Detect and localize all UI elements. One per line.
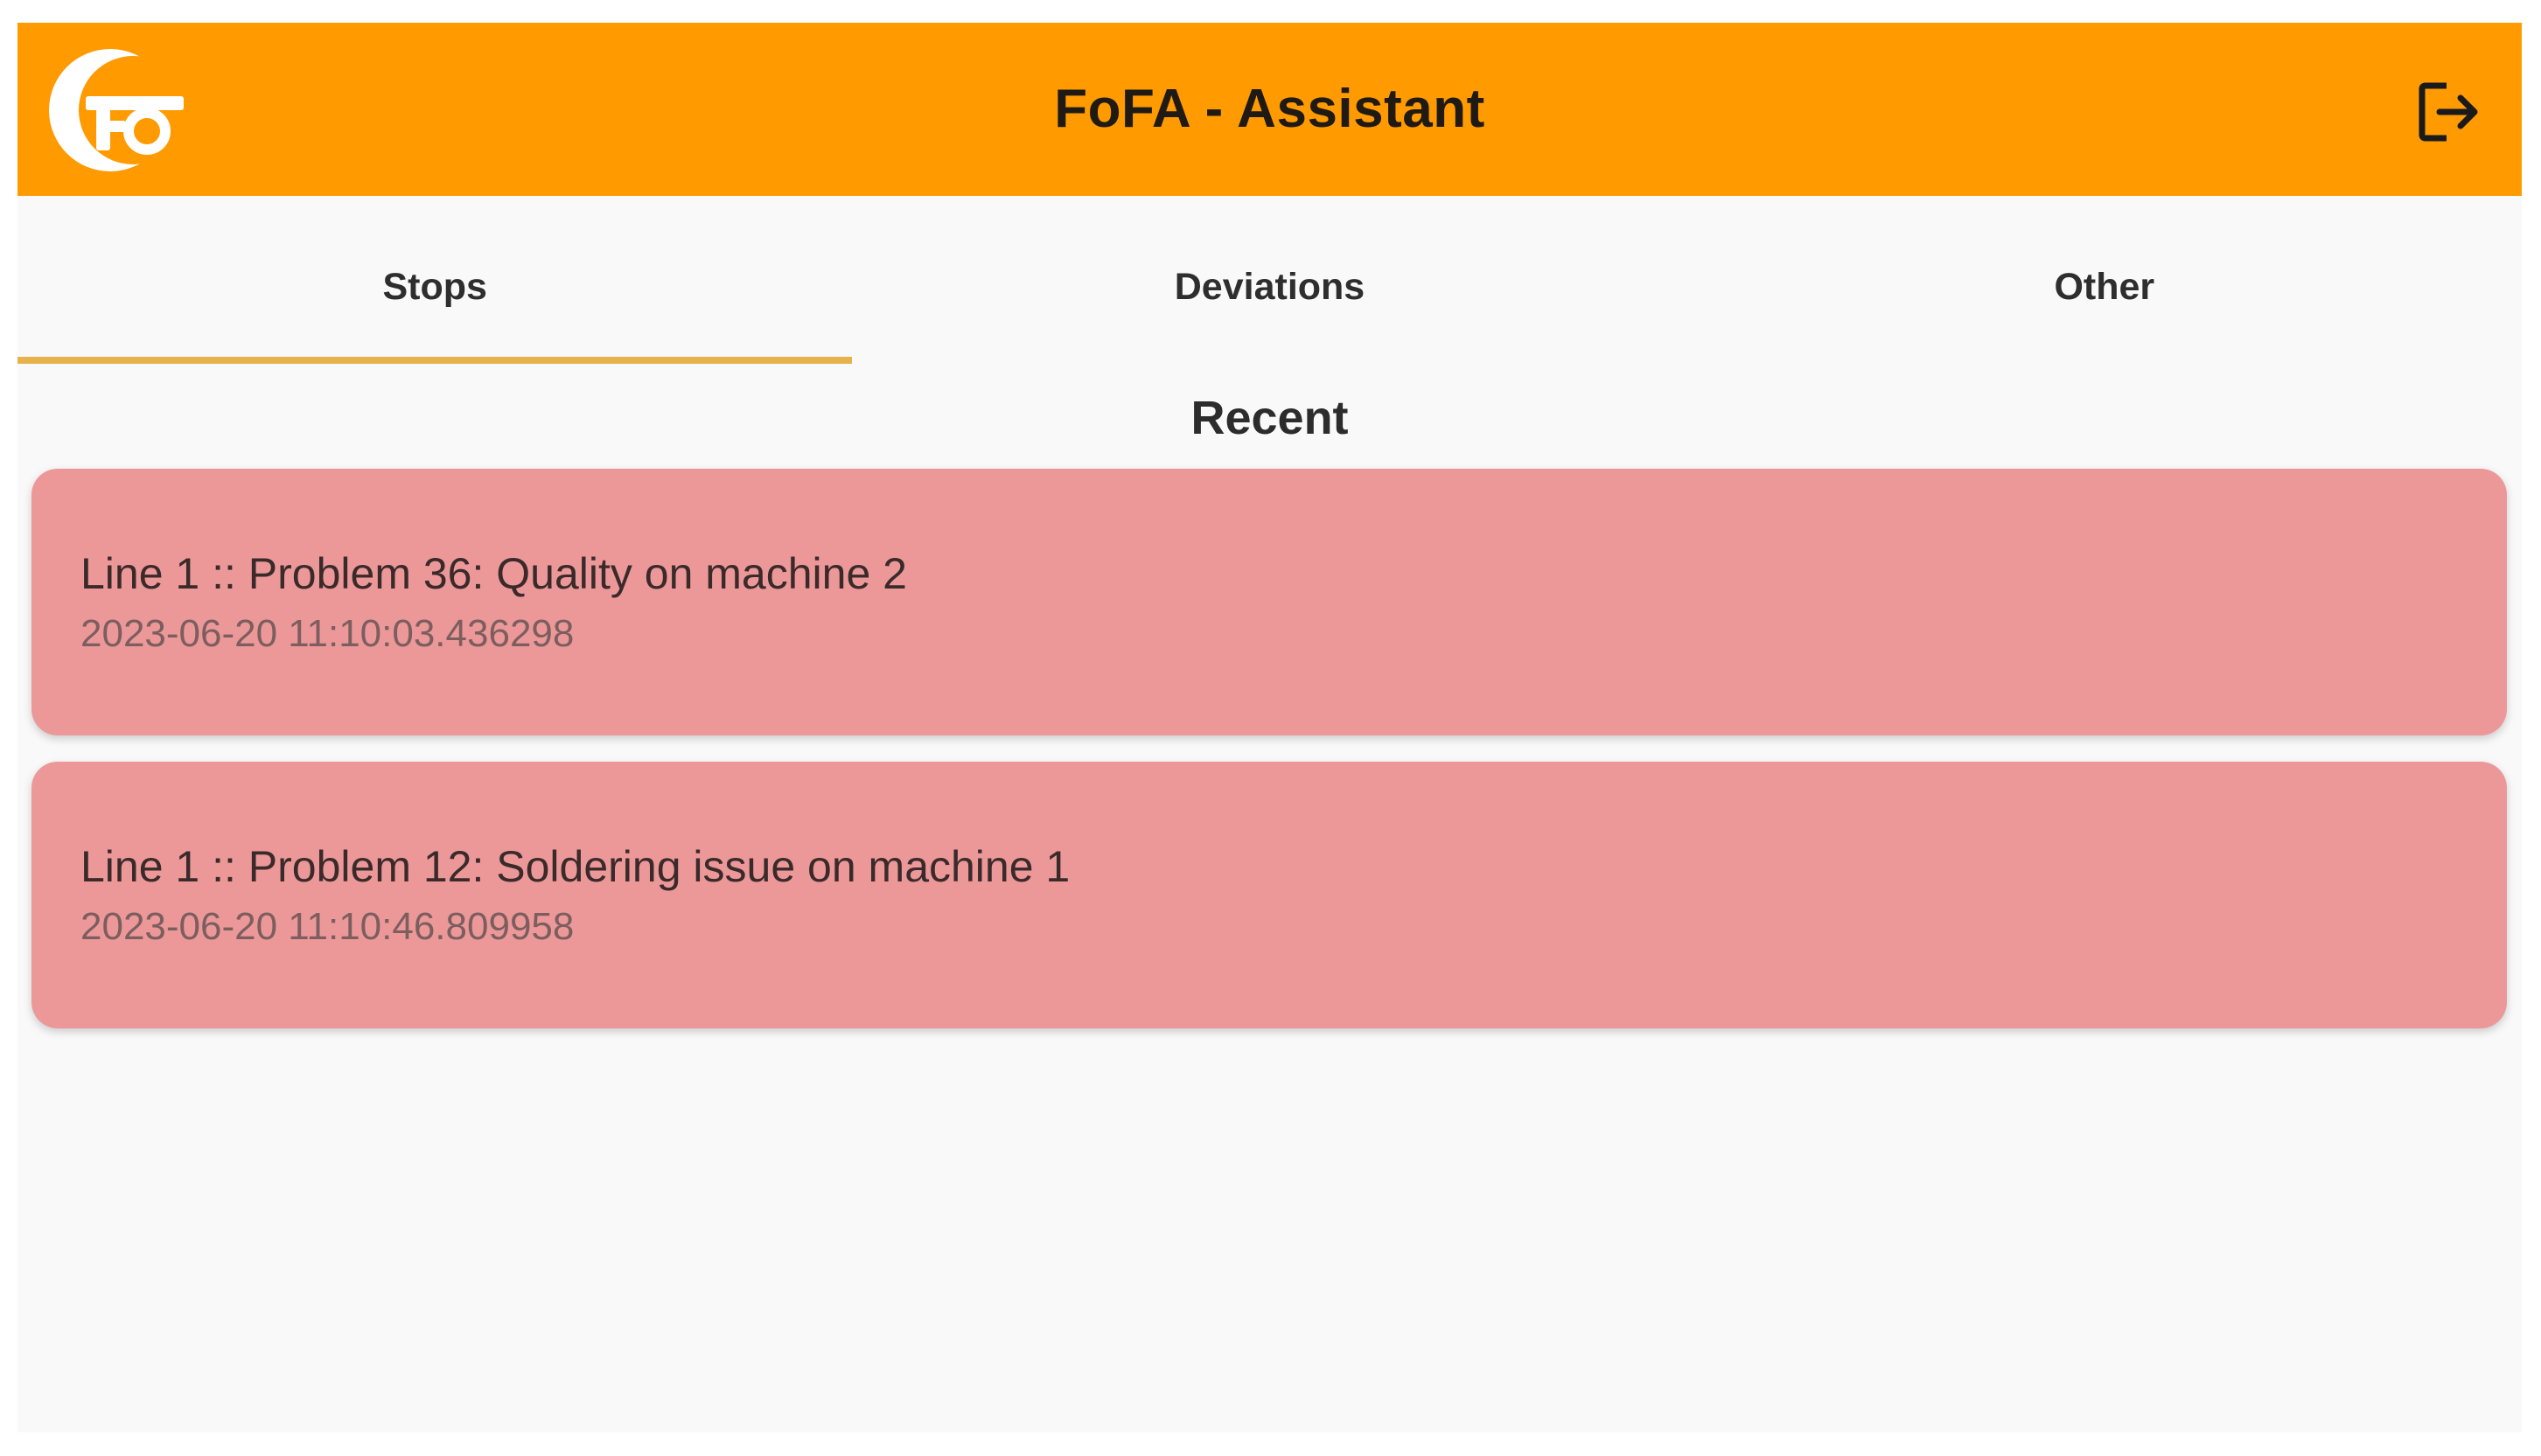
tab-deviations-label: Deviations [1174,266,1365,308]
logout-icon[interactable] [2413,77,2483,147]
stops-list: Line 1 :: Problem 36: Quality on machine… [31,469,2507,1055]
section-title: Recent [1190,392,1349,444]
list-item-title: Line 1 :: Problem 36: Quality on machine… [80,549,907,598]
list-item-timestamp: 2023-06-20 11:10:46.809958 [80,905,575,948]
list-item[interactable]: Line 1 :: Problem 36: Quality on machine… [31,469,2507,735]
app-window: FoFA - Assistant Stops Deviations Other … [17,23,2522,1432]
app-title: FoFA - Assistant [1054,79,1485,139]
app-bar: FoFA - Assistant [17,23,2522,196]
tab-other-label: Other [2054,266,2155,308]
tab-bar: Stops Deviations Other [17,196,2522,364]
list-item-title: Line 1 :: Problem 12: Soldering issue on… [80,842,1071,891]
list-item[interactable]: Line 1 :: Problem 12: Soldering issue on… [31,762,2507,1028]
tab-deviations[interactable]: Deviations [852,196,1686,364]
list-item-timestamp: 2023-06-20 11:10:03.436298 [80,612,575,655]
tab-other[interactable]: Other [1687,196,2522,364]
tab-stops[interactable]: Stops [17,196,853,364]
tab-stops-label: Stops [382,266,487,308]
